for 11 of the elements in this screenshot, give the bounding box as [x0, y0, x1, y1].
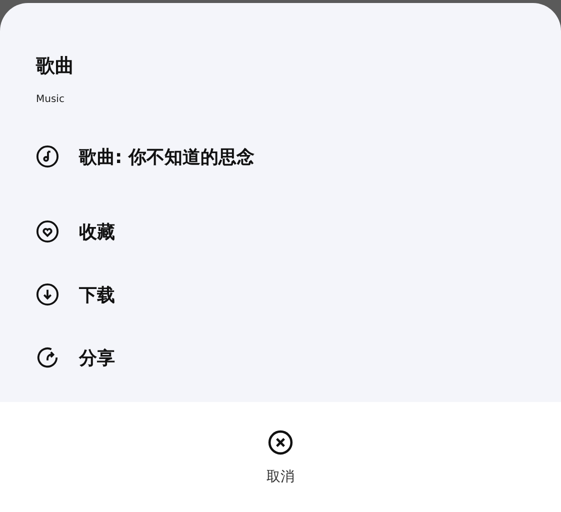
action-item[interactable]: 收藏 — [36, 200, 525, 263]
sheet-subtitle: Music — [36, 94, 66, 106]
close-icon — [268, 430, 293, 455]
action-item[interactable]: 歌曲: 你不知道的思念 — [36, 125, 525, 188]
action-item[interactable]: 分享 — [36, 326, 525, 389]
sheet-title: 歌曲 — [36, 54, 75, 79]
action-item[interactable]: 下载 — [36, 263, 525, 326]
share-icon — [36, 346, 59, 369]
cancel-button[interactable]: 取消 — [260, 430, 300, 492]
download-icon — [36, 283, 59, 306]
music-note-icon — [36, 145, 59, 168]
